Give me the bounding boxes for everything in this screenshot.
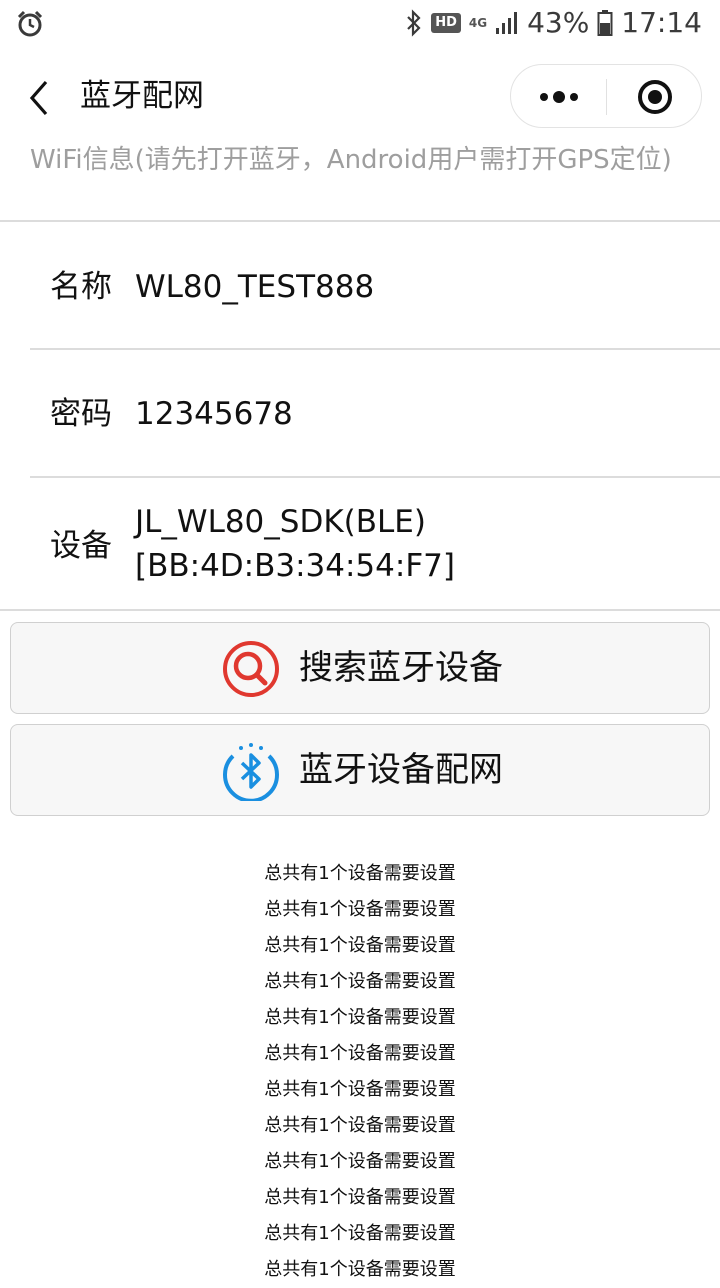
divider [30,476,720,478]
nav-bar: 蓝牙配网 [0,60,720,136]
clock: 17:14 [621,6,702,39]
back-button[interactable] [22,76,62,120]
status-indicators: HD 4G 43% 17:14 [405,6,702,39]
log-list: 总共有1个设备需要设置 总共有1个设备需要设置 总共有1个设备需要设置 总共有1… [0,856,720,1288]
log-item: 总共有1个设备需要设置 [264,1259,456,1280]
name-label: 名称 [50,269,112,305]
divider [0,609,720,611]
close-target-icon [638,80,672,114]
device-mac: [BB:4D:B3:34:54:F7] [135,548,455,584]
device-label: 设备 [50,528,112,564]
page-title: 蓝牙配网 [80,78,204,114]
divider [0,220,720,222]
mini-program-capsule [510,64,702,128]
name-field[interactable]: WL80_TEST888 [135,265,374,309]
log-item: 总共有1个设备需要设置 [264,1223,456,1244]
log-item: 总共有1个设备需要设置 [264,1079,456,1100]
log-item: 总共有1个设备需要设置 [264,1151,456,1172]
signal-icon [496,11,518,34]
log-item: 总共有1个设备需要设置 [264,1187,456,1208]
divider [30,348,720,350]
log-item: 总共有1个设备需要设置 [264,899,456,920]
battery-icon [597,9,613,36]
hd-badge: HD [431,12,461,33]
more-dots-icon [540,91,578,103]
search-icon [223,641,279,697]
bluetooth-config-label: 蓝牙设备配网 [299,750,503,790]
bluetooth-config-button[interactable]: 蓝牙设备配网 [10,724,710,816]
bluetooth-status-icon [407,8,421,37]
device-value: JL_WL80_SDK(BLE) [BB:4D:B3:34:54:F7] [135,500,455,588]
status-bar: HD 4G 43% 17:14 [0,0,720,50]
log-item: 总共有1个设备需要设置 [264,971,456,992]
alarm-clock-icon [17,10,43,37]
log-item: 总共有1个设备需要设置 [264,863,456,884]
close-button[interactable] [607,65,703,129]
password-label: 密码 [50,396,112,432]
log-item: 总共有1个设备需要设置 [264,1043,456,1064]
search-bluetooth-label: 搜索蓝牙设备 [299,648,503,688]
more-button[interactable] [511,65,607,129]
log-item: 总共有1个设备需要设置 [264,1115,456,1136]
chevron-left-icon [29,80,48,116]
log-item: 总共有1个设备需要设置 [264,935,456,956]
wifi-info-hint: WiFi信息(请先打开蓝牙，Android用户需打开GPS定位) [30,145,672,175]
password-field[interactable]: 12345678 [135,392,293,436]
network-type: 4G [468,15,488,30]
device-name: JL_WL80_SDK(BLE) [135,504,426,540]
search-bluetooth-button[interactable]: 搜索蓝牙设备 [10,622,710,714]
battery-percent: 43% [527,6,590,39]
bluetooth-icon [223,743,279,801]
log-item: 总共有1个设备需要设置 [264,1007,456,1028]
